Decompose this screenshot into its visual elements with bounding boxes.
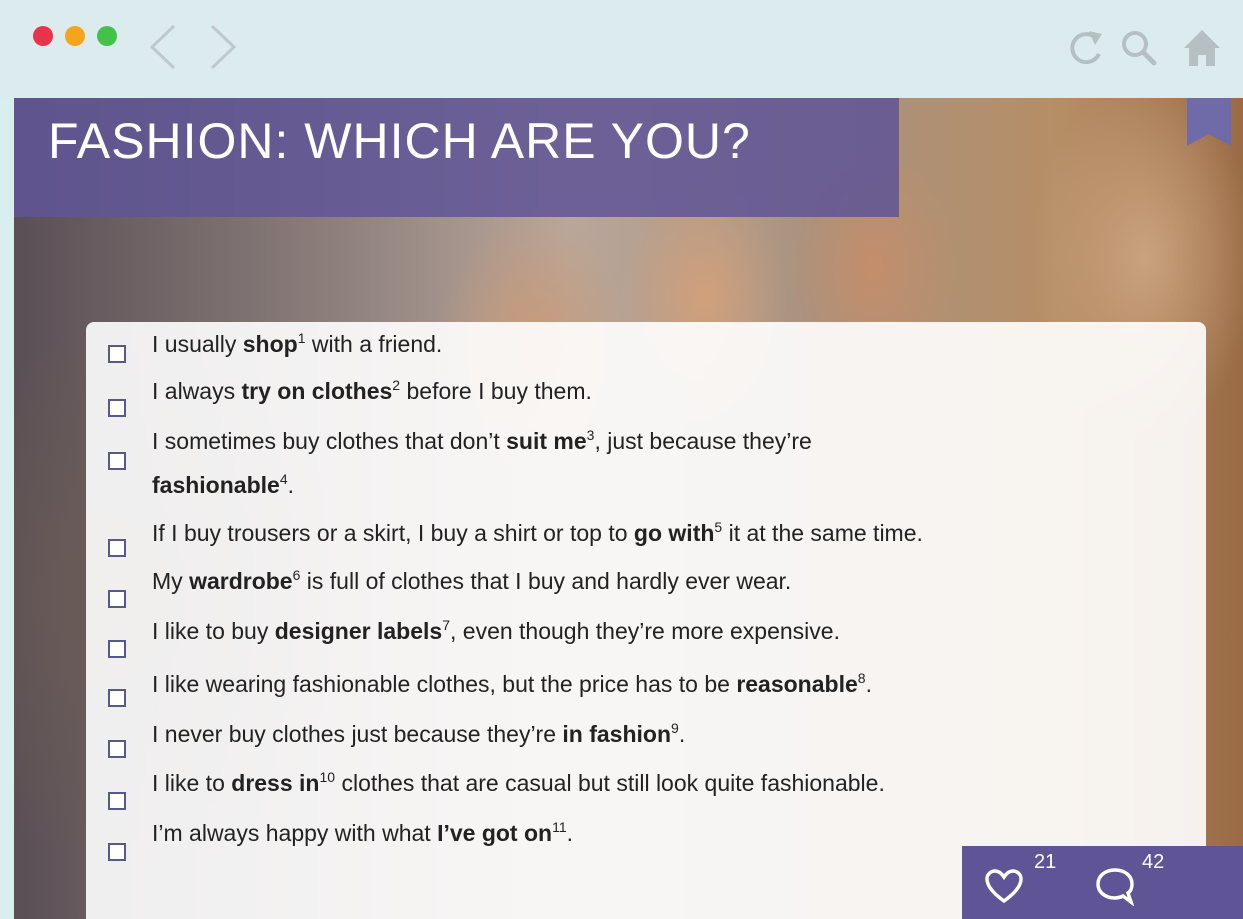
- checkbox[interactable]: [108, 740, 126, 758]
- list-item-text: If I buy trousers or a skirt, I buy a sh…: [152, 519, 923, 546]
- bookmark-icon[interactable]: [1187, 98, 1231, 148]
- list-item-text: My wardrobe6 is full of clothes that I b…: [152, 567, 792, 594]
- heart-icon[interactable]: [984, 868, 1024, 904]
- checkbox[interactable]: [108, 640, 126, 658]
- forward-icon[interactable]: [208, 22, 238, 72]
- checkbox[interactable]: [108, 345, 126, 363]
- checkbox[interactable]: [108, 590, 126, 608]
- back-icon[interactable]: [148, 22, 178, 72]
- checkbox[interactable]: [108, 792, 126, 810]
- list-item-text: I like to dress in10 clothes that are ca…: [152, 769, 885, 796]
- checkbox[interactable]: [108, 399, 126, 417]
- list-item-text: I usually shop1 with a friend.: [152, 330, 443, 357]
- page-title: FASHION: WHICH ARE YOU?: [48, 113, 751, 169]
- checkbox[interactable]: [108, 843, 126, 861]
- list-item-text-continued: fashionable4.: [152, 471, 294, 498]
- comments-count: 42: [1142, 851, 1165, 873]
- comment-icon[interactable]: [1094, 866, 1136, 906]
- home-icon[interactable]: [1182, 28, 1222, 68]
- search-icon[interactable]: [1119, 28, 1159, 68]
- list-item-text: I like wearing fashionable clothes, but …: [152, 670, 872, 697]
- checkbox[interactable]: [108, 689, 126, 707]
- list-item-text: I always try on clothes2 before I buy th…: [152, 377, 592, 404]
- checkbox[interactable]: [108, 452, 126, 470]
- close-window-button[interactable]: [33, 26, 53, 46]
- likes-count: 21: [1034, 851, 1057, 873]
- list-item-text: I like to buy designer labels7, even tho…: [152, 617, 840, 644]
- checkbox[interactable]: [108, 539, 126, 557]
- list-item-text: I sometimes buy clothes that don’t suit …: [152, 427, 812, 454]
- maximize-window-button[interactable]: [97, 26, 117, 46]
- list-item-text: I’m always happy with what I’ve got on11…: [152, 819, 574, 846]
- browser-window: FASHION: WHICH ARE YOU? I usually shop1 …: [0, 0, 1243, 919]
- list-item-text: I never buy clothes just because they’re…: [152, 720, 686, 747]
- social-bar: 21 42: [962, 846, 1243, 919]
- minimize-window-button[interactable]: [65, 26, 85, 46]
- browser-toolbar: [0, 0, 1243, 98]
- reload-icon[interactable]: [1066, 28, 1106, 68]
